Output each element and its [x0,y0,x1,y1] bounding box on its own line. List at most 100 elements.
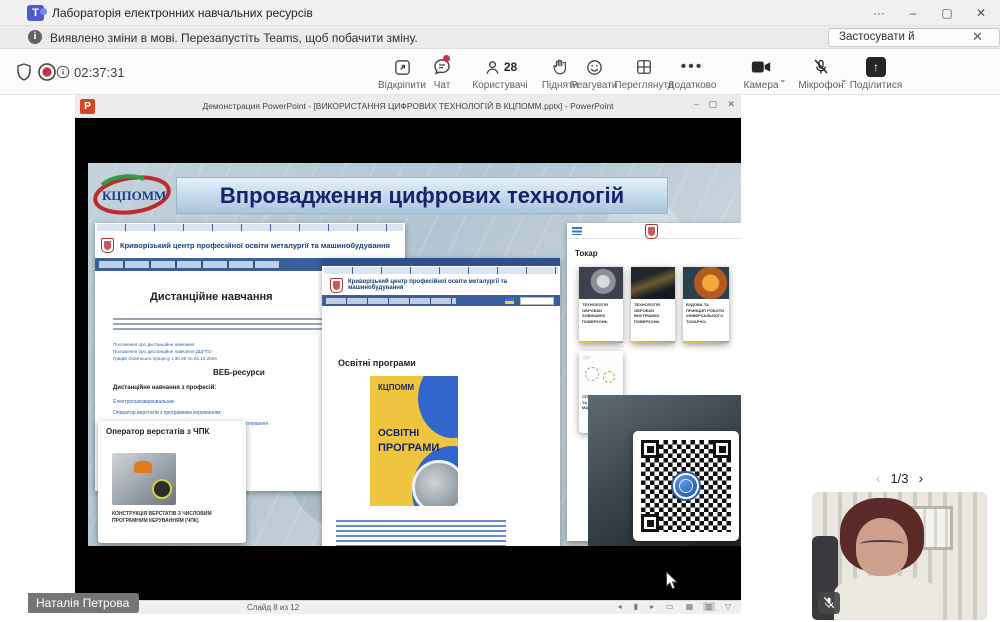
site1-web-heading: ВЕБ-ресурси [213,368,265,377]
course-card: ТЕХНОЛОГІЯ ОБРОБКИ ЗОВНІШНІХ ПОВЕРХОНЬ [579,267,623,343]
more-dots-icon: ••• [662,56,722,78]
program-card-line1: ОСВІТНІ [378,428,419,439]
ppt-pen-icon[interactable]: ▮ [632,602,640,611]
window-close-button[interactable]: ✕ [964,0,998,26]
teams-meeting-window: T Лабораторія електронних навчальних рес… [0,0,1000,622]
info-icon: i [28,30,42,44]
window-title: Лабораторія електронних навчальних ресур… [52,6,313,20]
course-title: БУДОВА ТА ПРИНЦИП РОБОТИ УНІВЕРСАЛЬНОГО … [683,299,729,327]
ppt-minimize-button[interactable]: – [694,99,699,109]
notification-text: Виявлено зміни в мові. Перезапустіть Tea… [50,31,418,45]
chat-unread-dot [443,55,450,62]
chat-button[interactable]: Чат [422,56,462,91]
window-more-button[interactable]: ··· [862,0,896,26]
site3-crest-icon [645,224,658,239]
meeting-timer: 02:37:31 [74,65,125,80]
participants-sidebar: 1 2 ‹ 1/3 › [808,95,1000,622]
cnc-card-photo [112,453,176,505]
kcpomm-logo: КЦПОММ [92,171,172,219]
course-title: ТЕХНОЛОГІЯ ОБРОБКИ ВНУТРІШНІХ ПОВЕРХОНЬ [631,299,675,327]
qr-finder [641,514,659,532]
slide-title-banner: Впровадження цифрових технологій [176,177,668,214]
people-icon [483,58,502,77]
ppt-view-normal-icon[interactable]: ▭ [664,602,676,611]
participants-count: 28 [504,60,517,74]
notification-close-icon[interactable]: ✕ [972,29,983,45]
doc-link[interactable]: Положення про дистанційне навчання ДЦПТО [113,348,217,355]
qr-globe-icon [673,473,699,499]
qr-finder [641,440,659,458]
meeting-info-icon[interactable] [56,65,70,79]
site2-links-placeholder [336,520,506,546]
site2-search-input[interactable] [520,297,554,305]
site3-menu-icon[interactable] [572,227,582,235]
camera-chevron-icon[interactable]: ⌄ [779,74,787,85]
site2-navbar [322,295,560,306]
course-card: БУДОВА ТА ПРИНЦИП РОБОТИ УНІВЕРСАЛЬНОГО … [683,267,729,343]
mic-muted-icon [812,58,830,76]
site1-page-heading: Дистанційне навчання [150,291,273,303]
tiles-pagination: ‹ 1/3 › [812,468,987,488]
meeting-toolbar: 02:37:31 Відкріпити Чат 28 Користувачі П… [0,49,1000,95]
mic-button[interactable]: Мікрофон ⌄ [792,56,850,91]
spotlight-participant-video[interactable] [812,492,987,620]
share-screen-icon: ↑ [866,57,886,77]
mic-off-icon [818,592,840,614]
camera-button[interactable]: Камера ⌄ [733,56,789,91]
program-card-line2: ПРОГРАМИ [378,442,439,454]
site2-crest-icon [330,278,343,293]
ppt-window-title: Демонстрация PowerPoint - [ВИКОРИСТАННЯ … [75,101,741,111]
mouse-cursor [665,571,679,591]
presenter-name-tag: Наталія Петрова [28,593,139,613]
cnc-card-caption: КОНСТРУКЦІЯ ВЕРСТАТІВ З ЧИСЛОВИМ ПРОГРАМ… [112,511,232,525]
more-options-button[interactable]: ••• Додатково [662,56,722,91]
shield-icon [14,62,34,82]
profession-link[interactable]: Електрогазозварювальник [113,397,268,408]
course-photo [579,267,623,299]
unpin-button[interactable]: Відкріпити [376,56,428,91]
ppt-view-sorter-icon[interactable]: ▦ [684,602,696,611]
unpin-icon [393,58,412,77]
camera-icon [750,58,772,76]
teams-logo-icon: T [27,5,44,21]
site3-page-heading: Токар [575,249,598,258]
ppt-view-slideshow-icon[interactable]: ▽ [723,602,733,611]
program-card: КЦПОММ ОСВІТНІ ПРОГРАМИ [370,376,458,506]
ppt-next-icon[interactable]: ▸ [648,602,656,611]
cnc-card-title: Оператор верстатів з ЧПК [98,421,246,438]
share-button[interactable]: ↑ Поділитися [846,56,906,91]
site1-doc-links: Положення про дистанційне навчання Полож… [113,341,217,362]
profession-link[interactable]: Оператор верстатів з програмним керуванн… [113,408,268,419]
window-maximize-button[interactable]: ▢ [930,0,964,26]
ppt-view-reading-icon[interactable]: ▥ [703,602,715,611]
course-diagram: ⬡⬡ [579,351,623,391]
window-minimize-button[interactable]: – [896,0,930,26]
ppt-prev-icon[interactable]: ◂ [616,602,624,611]
participants-button[interactable]: 28 Користувачі [465,56,535,91]
ppt-close-button[interactable]: ✕ [727,99,735,110]
site1-topnav-placeholder [97,224,403,231]
ppt-title-bar: P Демонстрация PowerPoint - [ВИКОРИСТАНН… [75,95,741,118]
doc-link[interactable]: Положення про дистанційне навчання [113,341,217,348]
course-card: ТЕХНОЛОГІЯ ОБРОБКИ ВНУТРІШНІХ ПОВЕРХОНЬ [631,267,675,343]
site2-screenshot: Криворізький центр професійної освіти ме… [322,258,560,546]
site2-topnav-placeholder [324,267,558,274]
qr-finder [713,440,731,458]
ppt-status-bar: Слайд 8 из 12 ◂ ▮ ▸ ▭ ▦ ▥ ▽ [75,600,741,614]
site1-sub-heading: Дистанційне навчання з професій: [113,385,216,391]
site1-crest-icon [101,238,114,253]
page-prev-icon[interactable]: ‹ [876,470,881,486]
site1-nav-items-placeholder [99,261,279,268]
ppt-maximize-button[interactable]: ▢ [708,99,717,110]
site1-header-title: Криворізький центр професійної освіти ме… [120,241,390,250]
slide-title: Впровадження цифрових технологій [220,183,624,209]
page-next-icon[interactable]: › [919,470,924,486]
smiley-icon [585,58,604,77]
qr-card [633,431,739,541]
page-indicator: 1/3 [890,471,908,486]
site2-flag-icon [505,298,514,304]
course-title: ТЕХНОЛОГІЯ ОБРОБКИ ЗОВНІШНІХ ПОВЕРХОНЬ [579,299,623,327]
site2-page-heading: Освітні програми [338,358,416,368]
doc-link[interactable]: Графік Освітнього процесу з 30.09 по 04.… [113,355,217,362]
title-bar: T Лабораторія електронних навчальних рес… [0,0,1000,26]
